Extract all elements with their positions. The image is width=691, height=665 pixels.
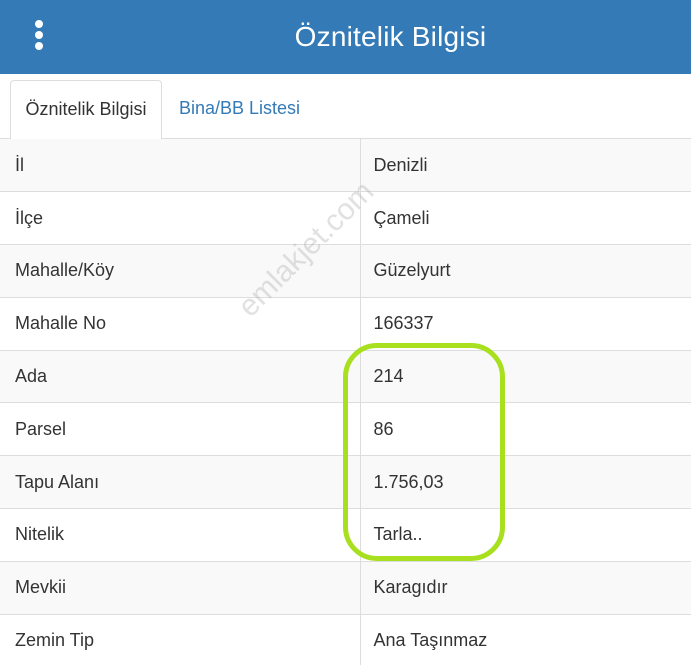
- table-row: Mevkii Karagıdır: [0, 561, 691, 615]
- kebab-vertical-icon: [35, 20, 43, 28]
- attribute-key: Nitelik: [0, 508, 361, 562]
- attribute-value: Denizli: [360, 139, 691, 193]
- attribute-key: Mahalle/Köy: [0, 244, 361, 298]
- attribute-table: İl Denizli İlçe Çameli Mahalle/Köy Güzel…: [0, 139, 691, 665]
- kebab-vertical-icon: [35, 42, 43, 50]
- table-row: Mahalle No 166337: [0, 297, 691, 351]
- attribute-key: Ada: [0, 350, 361, 404]
- attribute-key: İlçe: [0, 191, 361, 246]
- attribute-info-page: Öznitelik Bilgisi Öznitelik Bilgisi Bina…: [0, 0, 691, 665]
- attribute-key: Tapu Alanı: [0, 455, 361, 510]
- table-row: Nitelik Tarla..: [0, 508, 691, 562]
- page-title: Öznitelik Bilgisi: [294, 21, 487, 52]
- attribute-value: 214: [360, 350, 691, 404]
- attribute-value: 1.756,03: [360, 455, 691, 510]
- attribute-key: İl: [0, 139, 361, 193]
- attribute-value: Tarla..: [360, 508, 691, 562]
- table-row: Zemin Tip Ana Taşınmaz: [0, 614, 691, 665]
- table-row: Mahalle/Köy Güzelyurt: [0, 244, 691, 298]
- table-row: İl Denizli: [0, 139, 691, 193]
- attribute-value: Güzelyurt: [360, 244, 691, 298]
- header-bar: Öznitelik Bilgisi: [0, 0, 691, 74]
- table-row: Ada 214: [0, 350, 691, 404]
- table-row: İlçe Çameli: [0, 191, 691, 246]
- attribute-key: Zemin Tip: [0, 614, 361, 665]
- table-row: Tapu Alanı 1.756,03: [0, 455, 691, 510]
- attribute-value: Karagıdır: [360, 561, 691, 615]
- table-row: Parsel 86: [0, 402, 691, 457]
- attribute-key: Parsel: [0, 402, 361, 457]
- kebab-vertical-icon: [35, 31, 43, 39]
- menu-button[interactable]: [30, 18, 48, 52]
- attribute-value: 86: [360, 402, 691, 457]
- tab-attribute-info[interactable]: Öznitelik Bilgisi: [10, 80, 162, 140]
- attribute-value: 166337: [360, 297, 691, 351]
- attribute-value: Ana Taşınmaz: [360, 614, 691, 665]
- tab-building-list[interactable]: Bina/BB Listesi: [167, 80, 312, 139]
- tab-bar: Öznitelik Bilgisi Bina/BB Listesi: [0, 74, 691, 140]
- attribute-key: Mahalle No: [0, 297, 361, 351]
- attribute-value: Çameli: [360, 191, 691, 246]
- attribute-key: Mevkii: [0, 561, 361, 615]
